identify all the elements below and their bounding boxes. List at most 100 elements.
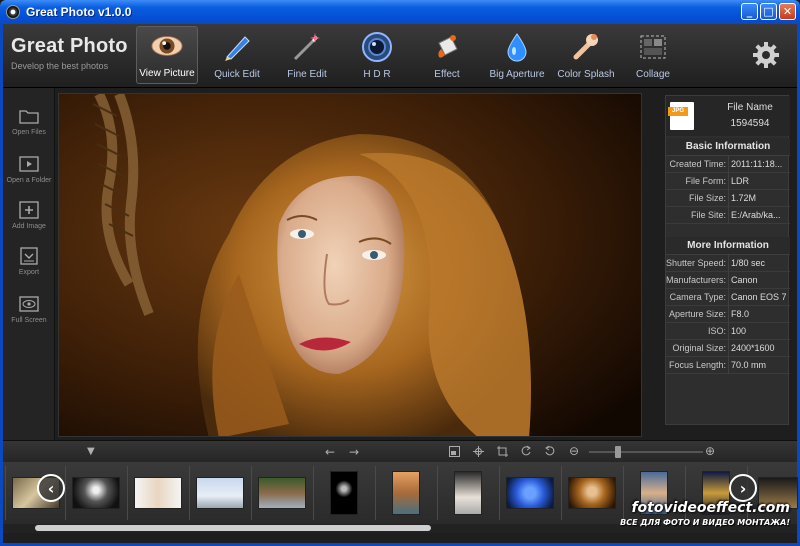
file-icon: JPG <box>668 102 694 130</box>
sidebar-item-full-screen[interactable]: Full Screen <box>3 290 55 336</box>
crop-icon[interactable] <box>497 446 508 460</box>
zoom-slider-track[interactable] <box>589 451 703 453</box>
maximize-button[interactable]: □ <box>760 3 777 20</box>
sidebar-item-export[interactable]: Export <box>3 242 55 288</box>
actual-size-icon[interactable] <box>473 446 484 460</box>
watermark-site: fotovideoeffect.com <box>631 500 790 516</box>
info-key: Manufacturers: <box>665 275 726 285</box>
thumbnail[interactable] <box>189 466 249 520</box>
thumbnail[interactable] <box>251 466 311 520</box>
sidebar-item-add-image[interactable]: Add Image <box>3 196 55 242</box>
info-key: File Size: <box>688 193 726 203</box>
title-bar[interactable]: Great Photo v1.0.0 _ □ ✕ <box>0 0 800 24</box>
left-sidebar: Open Files Open a Folder Add Image Expor… <box>3 88 55 440</box>
collage-icon <box>637 31 669 63</box>
file-name-header: JPG File Name 1594594 <box>666 96 790 136</box>
folder-play-icon <box>19 156 39 172</box>
next-arrow-icon[interactable]: → <box>349 445 359 459</box>
paint-bucket-icon <box>431 31 463 63</box>
window-title: Great Photo v1.0.0 <box>26 5 132 19</box>
lens-icon <box>361 31 393 63</box>
brand-name: Great Photo <box>11 35 128 57</box>
thumbnail[interactable] <box>375 466 435 520</box>
info-key: File Form: <box>685 176 727 186</box>
thumbnail-selected[interactable] <box>561 466 621 520</box>
zoom-in-icon[interactable]: ⊕ <box>705 444 715 458</box>
sidebar-item-label: Open a Folder <box>6 177 52 184</box>
info-value: Canon <box>731 275 758 285</box>
info-row: Shutter Speed: 1/80 sec <box>666 255 790 272</box>
file-name-value: 1594594 <box>730 118 770 129</box>
minimize-button[interactable]: _ <box>741 3 758 20</box>
zoom-slider-thumb[interactable] <box>614 446 621 458</box>
info-value: E:/Arab/ka... <box>731 210 781 220</box>
sidebar-item-label: Add Image <box>12 223 46 230</box>
close-button[interactable]: ✕ <box>779 3 796 20</box>
info-key: File Site: <box>690 210 726 220</box>
info-key: Camera Type: <box>669 292 726 302</box>
previous-arrow-icon[interactable]: ← <box>325 445 335 459</box>
thumbnail[interactable] <box>127 466 187 520</box>
info-row: File Site: E:/Arab/ka... <box>666 207 790 224</box>
thumbnail[interactable] <box>437 466 497 520</box>
sidebar-item-label: Export <box>18 269 40 276</box>
more-info-heading: More Information <box>666 237 790 255</box>
thumbnail[interactable] <box>499 466 559 520</box>
tool-hdr[interactable]: H D R <box>346 26 408 84</box>
info-value: 1.72M <box>731 193 757 203</box>
tool-fine-edit[interactable]: Fine Edit <box>276 26 338 84</box>
info-key: Original Size: <box>672 343 726 353</box>
rotate-left-icon[interactable] <box>544 445 556 460</box>
sidebar-item-label: Open Files <box>12 129 46 136</box>
file-type-badge: JPG <box>668 107 688 116</box>
info-value: Canon EOS 7I <box>731 292 787 302</box>
info-row: ISO: 100 <box>666 323 790 340</box>
portrait-photo <box>59 94 641 436</box>
info-row: Focus Length: 70.0 mm <box>666 357 790 374</box>
info-value: F8.0 <box>731 309 750 319</box>
color-splash-icon <box>570 31 602 63</box>
tool-big-aperture[interactable]: Big Aperture <box>486 26 548 84</box>
tool-label: Fine Edit <box>287 69 327 80</box>
file-name-label: File Name <box>727 102 773 113</box>
main-toolbar: Great Photo Develop the best photos View… <box>3 24 797 88</box>
rotate-right-icon[interactable] <box>520 445 532 460</box>
app-icon <box>6 5 20 19</box>
fullscreen-eye-icon <box>19 296 39 312</box>
tool-view-picture[interactable]: View Picture <box>136 26 198 84</box>
basic-info-heading: Basic Information <box>666 138 790 156</box>
collapse-arrow-icon[interactable]: ▼ <box>87 446 95 457</box>
info-row: File Size: 1.72M <box>666 190 790 207</box>
tool-label: Effect <box>434 69 460 80</box>
sidebar-item-label: Full Screen <box>11 317 47 324</box>
filmstrip-next-button[interactable]: › <box>729 474 757 502</box>
info-row: Manufacturers: Canon <box>666 272 790 289</box>
info-row: Original Size: 2400*1600 <box>666 340 790 357</box>
water-drop-icon <box>501 31 533 63</box>
info-key: Shutter Speed: <box>665 258 726 268</box>
tool-collage[interactable]: Collage <box>622 26 684 84</box>
tool-label: Quick Edit <box>214 69 260 80</box>
gear-icon[interactable] <box>751 40 781 75</box>
export-icon <box>20 247 38 265</box>
tool-label: Big Aperture <box>489 69 545 80</box>
tool-label: H D R <box>363 69 391 80</box>
sidebar-item-open-files[interactable]: Open Files <box>3 102 55 148</box>
thumbnail[interactable] <box>65 466 125 520</box>
scrollbar-thumb[interactable] <box>35 525 431 531</box>
sidebar-item-open-folder[interactable]: Open a Folder <box>3 150 55 196</box>
filmstrip-prev-button[interactable]: ‹ <box>37 474 65 502</box>
pencil-icon <box>221 31 253 63</box>
tool-label: View Picture <box>139 68 195 79</box>
main-photo-viewer[interactable] <box>58 93 642 437</box>
tool-quick-edit[interactable]: Quick Edit <box>206 26 268 84</box>
info-key: ISO: <box>707 326 726 336</box>
fit-window-icon[interactable] <box>449 446 460 460</box>
zoom-out-icon[interactable]: ⊖ <box>569 444 579 458</box>
tool-effect[interactable]: Effect <box>416 26 478 84</box>
watermark: fotovideoeffect.com ВСЕ ДЛЯ ФОТО И ВИДЕО… <box>620 500 790 527</box>
tool-color-splash[interactable]: Color Splash <box>555 26 617 84</box>
tool-label: Color Splash <box>557 69 615 80</box>
thumbnail[interactable] <box>313 466 373 520</box>
info-value: 2011:11:18... <box>731 159 783 169</box>
